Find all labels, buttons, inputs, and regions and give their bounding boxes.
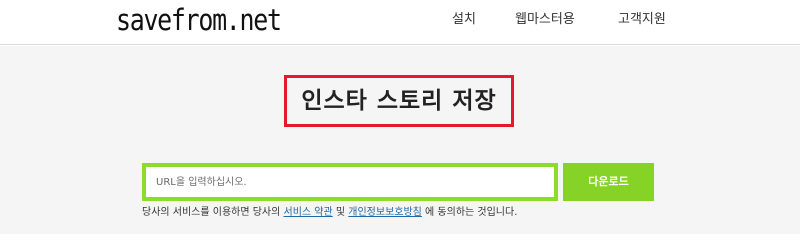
nav-support-link[interactable]: 고객지원 bbox=[618, 10, 666, 30]
savefrom-logo[interactable]: savefrom.net bbox=[116, 1, 282, 39]
terms-of-service-link[interactable]: 서비스 약관 bbox=[284, 207, 333, 218]
terms-prefix: 당사의 서비스를 이용하면 당사의 bbox=[142, 207, 284, 218]
terms-and: 및 bbox=[332, 207, 349, 218]
nav-webmaster-link[interactable]: 웹마스터용 bbox=[515, 10, 575, 30]
url-input-wrapper bbox=[142, 163, 558, 201]
page-title: 인스타 스토리 저장 bbox=[301, 88, 497, 114]
download-button[interactable]: 다운로드 bbox=[563, 163, 654, 201]
site-header: savefrom.net 설치 웹마스터용 고객지원 bbox=[0, 0, 800, 45]
main-section: 인스타 스토리 저장 다운로드 당사의 서비스를 이용하면 당사의 서비스 약관… bbox=[0, 46, 800, 234]
terms-suffix: 에 동의하는 것입니다. bbox=[421, 207, 518, 218]
nav-install-link[interactable]: 설치 bbox=[452, 10, 476, 30]
privacy-policy-link[interactable]: 개인정보보호방침 bbox=[348, 207, 422, 218]
url-input[interactable] bbox=[146, 167, 554, 197]
terms-notice: 당사의 서비스를 이용하면 당사의 서비스 약관 및 개인정보보호방침 에 동의… bbox=[142, 206, 517, 220]
title-highlight-box: 인스타 스토리 저장 bbox=[284, 75, 514, 127]
